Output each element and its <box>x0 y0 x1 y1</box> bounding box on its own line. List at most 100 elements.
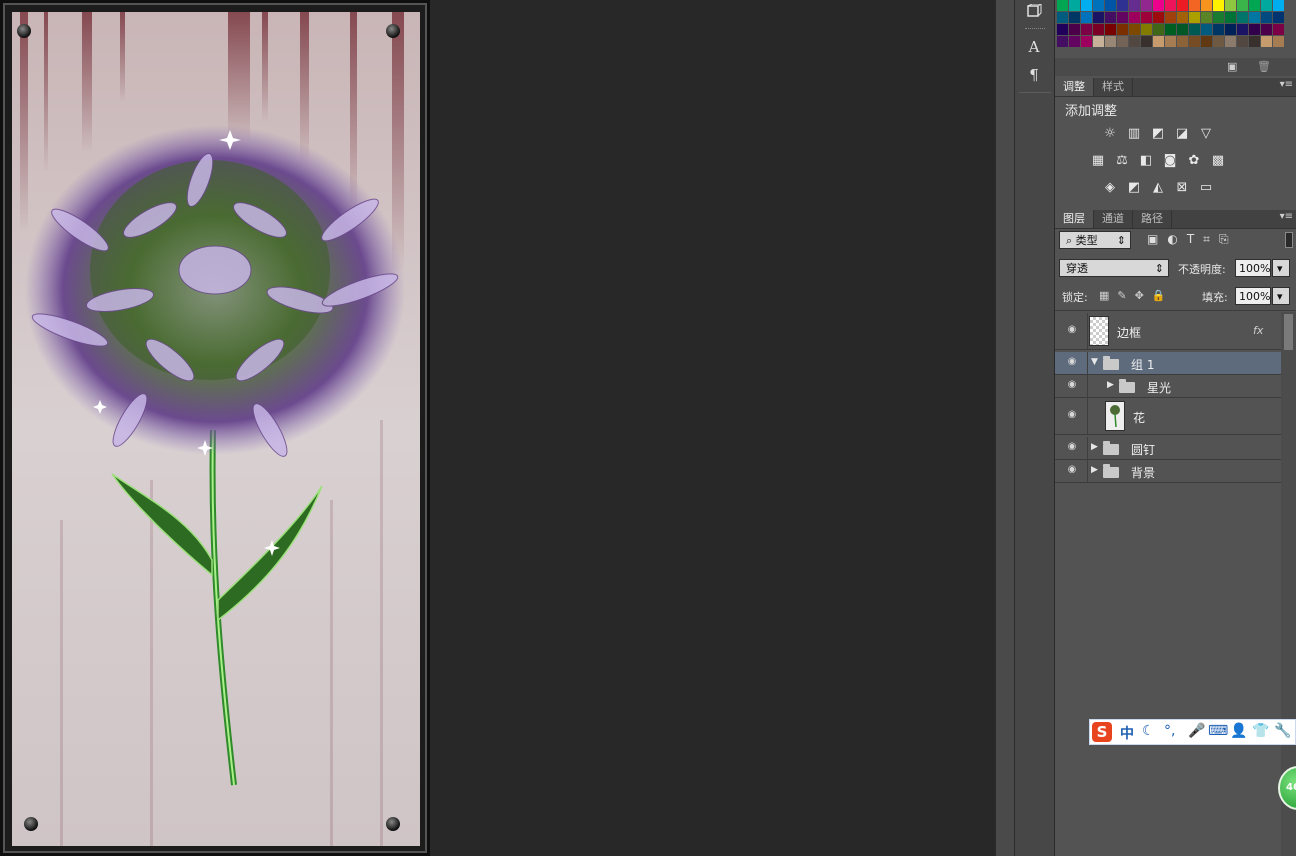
swatch[interactable] <box>1105 0 1116 11</box>
swatch[interactable] <box>1069 36 1080 47</box>
swatch[interactable] <box>1273 36 1284 47</box>
swatch[interactable] <box>1105 24 1116 35</box>
swatch[interactable] <box>1129 24 1140 35</box>
swatch[interactable] <box>1165 12 1176 23</box>
swatch[interactable] <box>1129 0 1140 11</box>
swatch[interactable] <box>1057 36 1068 47</box>
wrench-icon[interactable]: 🔧 <box>1274 723 1291 739</box>
microphone-icon[interactable]: 🎤 <box>1188 723 1205 739</box>
lock-paint-icon[interactable]: ✎ <box>1117 289 1126 302</box>
scrollbar-thumb[interactable] <box>1284 314 1293 350</box>
layer-row-pins[interactable]: ◉ ▶ 圆钉 <box>1055 437 1281 460</box>
sogou-logo-icon[interactable]: S <box>1092 722 1112 742</box>
swatch[interactable] <box>1141 36 1152 47</box>
swatch[interactable] <box>1153 36 1164 47</box>
swatch[interactable] <box>1225 36 1236 47</box>
swatch[interactable] <box>1189 12 1200 23</box>
expanded-triangle-icon[interactable]: ▼ <box>1091 357 1098 367</box>
lock-move-icon[interactable]: ✥ <box>1135 289 1144 302</box>
swatch[interactable] <box>1249 24 1260 35</box>
gradient-map-icon[interactable]: ▭ <box>1197 178 1215 196</box>
tab-layers[interactable]: 图层 <box>1055 210 1094 228</box>
lock-transparency-icon[interactable]: ▦ <box>1099 289 1109 302</box>
swatch[interactable] <box>1213 36 1224 47</box>
photo-filter-icon[interactable]: ◙ <box>1161 151 1179 169</box>
swatch[interactable] <box>1141 0 1152 11</box>
user-icon[interactable]: 👤 <box>1230 723 1247 739</box>
swatch[interactable] <box>1105 36 1116 47</box>
swatch[interactable] <box>1201 36 1212 47</box>
cube-icon[interactable] <box>1021 0 1047 22</box>
swatch[interactable] <box>1237 0 1248 11</box>
swatch[interactable] <box>1261 0 1272 11</box>
swatch[interactable] <box>1213 12 1224 23</box>
swatch[interactable] <box>1081 36 1092 47</box>
lock-all-icon[interactable]: 🔒 <box>1152 289 1166 302</box>
swatch[interactable] <box>1213 0 1224 11</box>
pixel-filter-icon[interactable]: ▣ <box>1147 232 1158 247</box>
swatch[interactable] <box>1225 12 1236 23</box>
swatch[interactable] <box>1177 12 1188 23</box>
collapsed-triangle-icon[interactable]: ▶ <box>1107 380 1114 390</box>
swatch[interactable] <box>1261 36 1272 47</box>
character-icon[interactable]: A <box>1021 36 1047 58</box>
panel-menu-icon[interactable]: ▾≡ <box>1280 79 1293 90</box>
swatch[interactable] <box>1081 12 1092 23</box>
swatch[interactable] <box>1237 12 1248 23</box>
color-lookup-icon[interactable]: ▩ <box>1209 151 1227 169</box>
tab-channels[interactable]: 通道 <box>1094 210 1133 228</box>
swatch[interactable] <box>1213 24 1224 35</box>
levels-icon[interactable]: ▥ <box>1125 124 1143 142</box>
swatch[interactable] <box>1261 12 1272 23</box>
trash-icon[interactable]: 🗑 <box>1257 60 1271 73</box>
swatches-grid[interactable] <box>1057 0 1284 47</box>
swatch[interactable] <box>1081 24 1092 35</box>
swatch[interactable] <box>1057 0 1068 11</box>
swatch[interactable] <box>1081 0 1092 11</box>
eye-icon[interactable]: ◉ <box>1065 464 1079 478</box>
swatch[interactable] <box>1117 36 1128 47</box>
swatch[interactable] <box>1069 12 1080 23</box>
panel-dock-strip[interactable] <box>995 0 1014 856</box>
filter-toggle[interactable] <box>1285 232 1293 248</box>
swatch[interactable] <box>1093 36 1104 47</box>
swatch[interactable] <box>1165 24 1176 35</box>
eye-icon[interactable]: ◉ <box>1065 409 1079 423</box>
swatch[interactable] <box>1153 24 1164 35</box>
fill-input[interactable]: 100% <box>1235 287 1271 305</box>
swatch[interactable] <box>1201 0 1212 11</box>
exposure-icon[interactable]: ◪ <box>1173 124 1191 142</box>
color-balance-icon[interactable]: ⚖ <box>1113 151 1131 169</box>
invert-icon[interactable]: ◈ <box>1101 178 1119 196</box>
layer-row-starlight[interactable]: ◉ ▶ 星光 <box>1055 375 1281 398</box>
swatch[interactable] <box>1237 36 1248 47</box>
swatch[interactable] <box>1189 24 1200 35</box>
swatch[interactable] <box>1093 12 1104 23</box>
eye-icon[interactable]: ◉ <box>1065 441 1079 455</box>
swatch[interactable] <box>1189 0 1200 11</box>
eye-icon[interactable]: ◉ <box>1065 356 1079 370</box>
opacity-dropdown-button[interactable]: ▾ <box>1272 259 1290 277</box>
shape-filter-icon[interactable]: ⌗ <box>1203 232 1210 247</box>
layer-filter-select[interactable]: ⌕ 类型 ⇕ <box>1059 231 1131 249</box>
swatch[interactable] <box>1177 36 1188 47</box>
swatch[interactable] <box>1153 0 1164 11</box>
ime-toolbar[interactable]: S 中 ☾ °, 🎤 ⌨ 👤 👕 🔧 <box>1089 719 1296 745</box>
swatch[interactable] <box>1069 0 1080 11</box>
layer-row-background[interactable]: ◉ ▶ 背景 <box>1055 460 1281 483</box>
swatch[interactable] <box>1249 0 1260 11</box>
type-filter-icon[interactable]: T <box>1187 232 1194 247</box>
adjustment-filter-icon[interactable]: ◐ <box>1167 232 1177 247</box>
tab-styles[interactable]: 样式 <box>1094 78 1133 96</box>
opacity-input[interactable]: 100% <box>1235 259 1271 277</box>
fill-dropdown-button[interactable]: ▾ <box>1272 287 1290 305</box>
layers-menu-icon[interactable]: ▾≡ <box>1280 211 1293 222</box>
swatch[interactable] <box>1153 12 1164 23</box>
tab-adjustments[interactable]: 调整 <box>1055 78 1094 96</box>
punctuation-icon[interactable]: °, <box>1164 723 1175 739</box>
swatch[interactable] <box>1057 24 1068 35</box>
layer-row-group-1[interactable]: ◉ ▼ 组 1 <box>1055 352 1281 375</box>
swatch[interactable] <box>1069 24 1080 35</box>
ime-language-toggle[interactable]: 中 <box>1120 723 1134 743</box>
paragraph-icon[interactable]: ¶ <box>1021 64 1047 86</box>
